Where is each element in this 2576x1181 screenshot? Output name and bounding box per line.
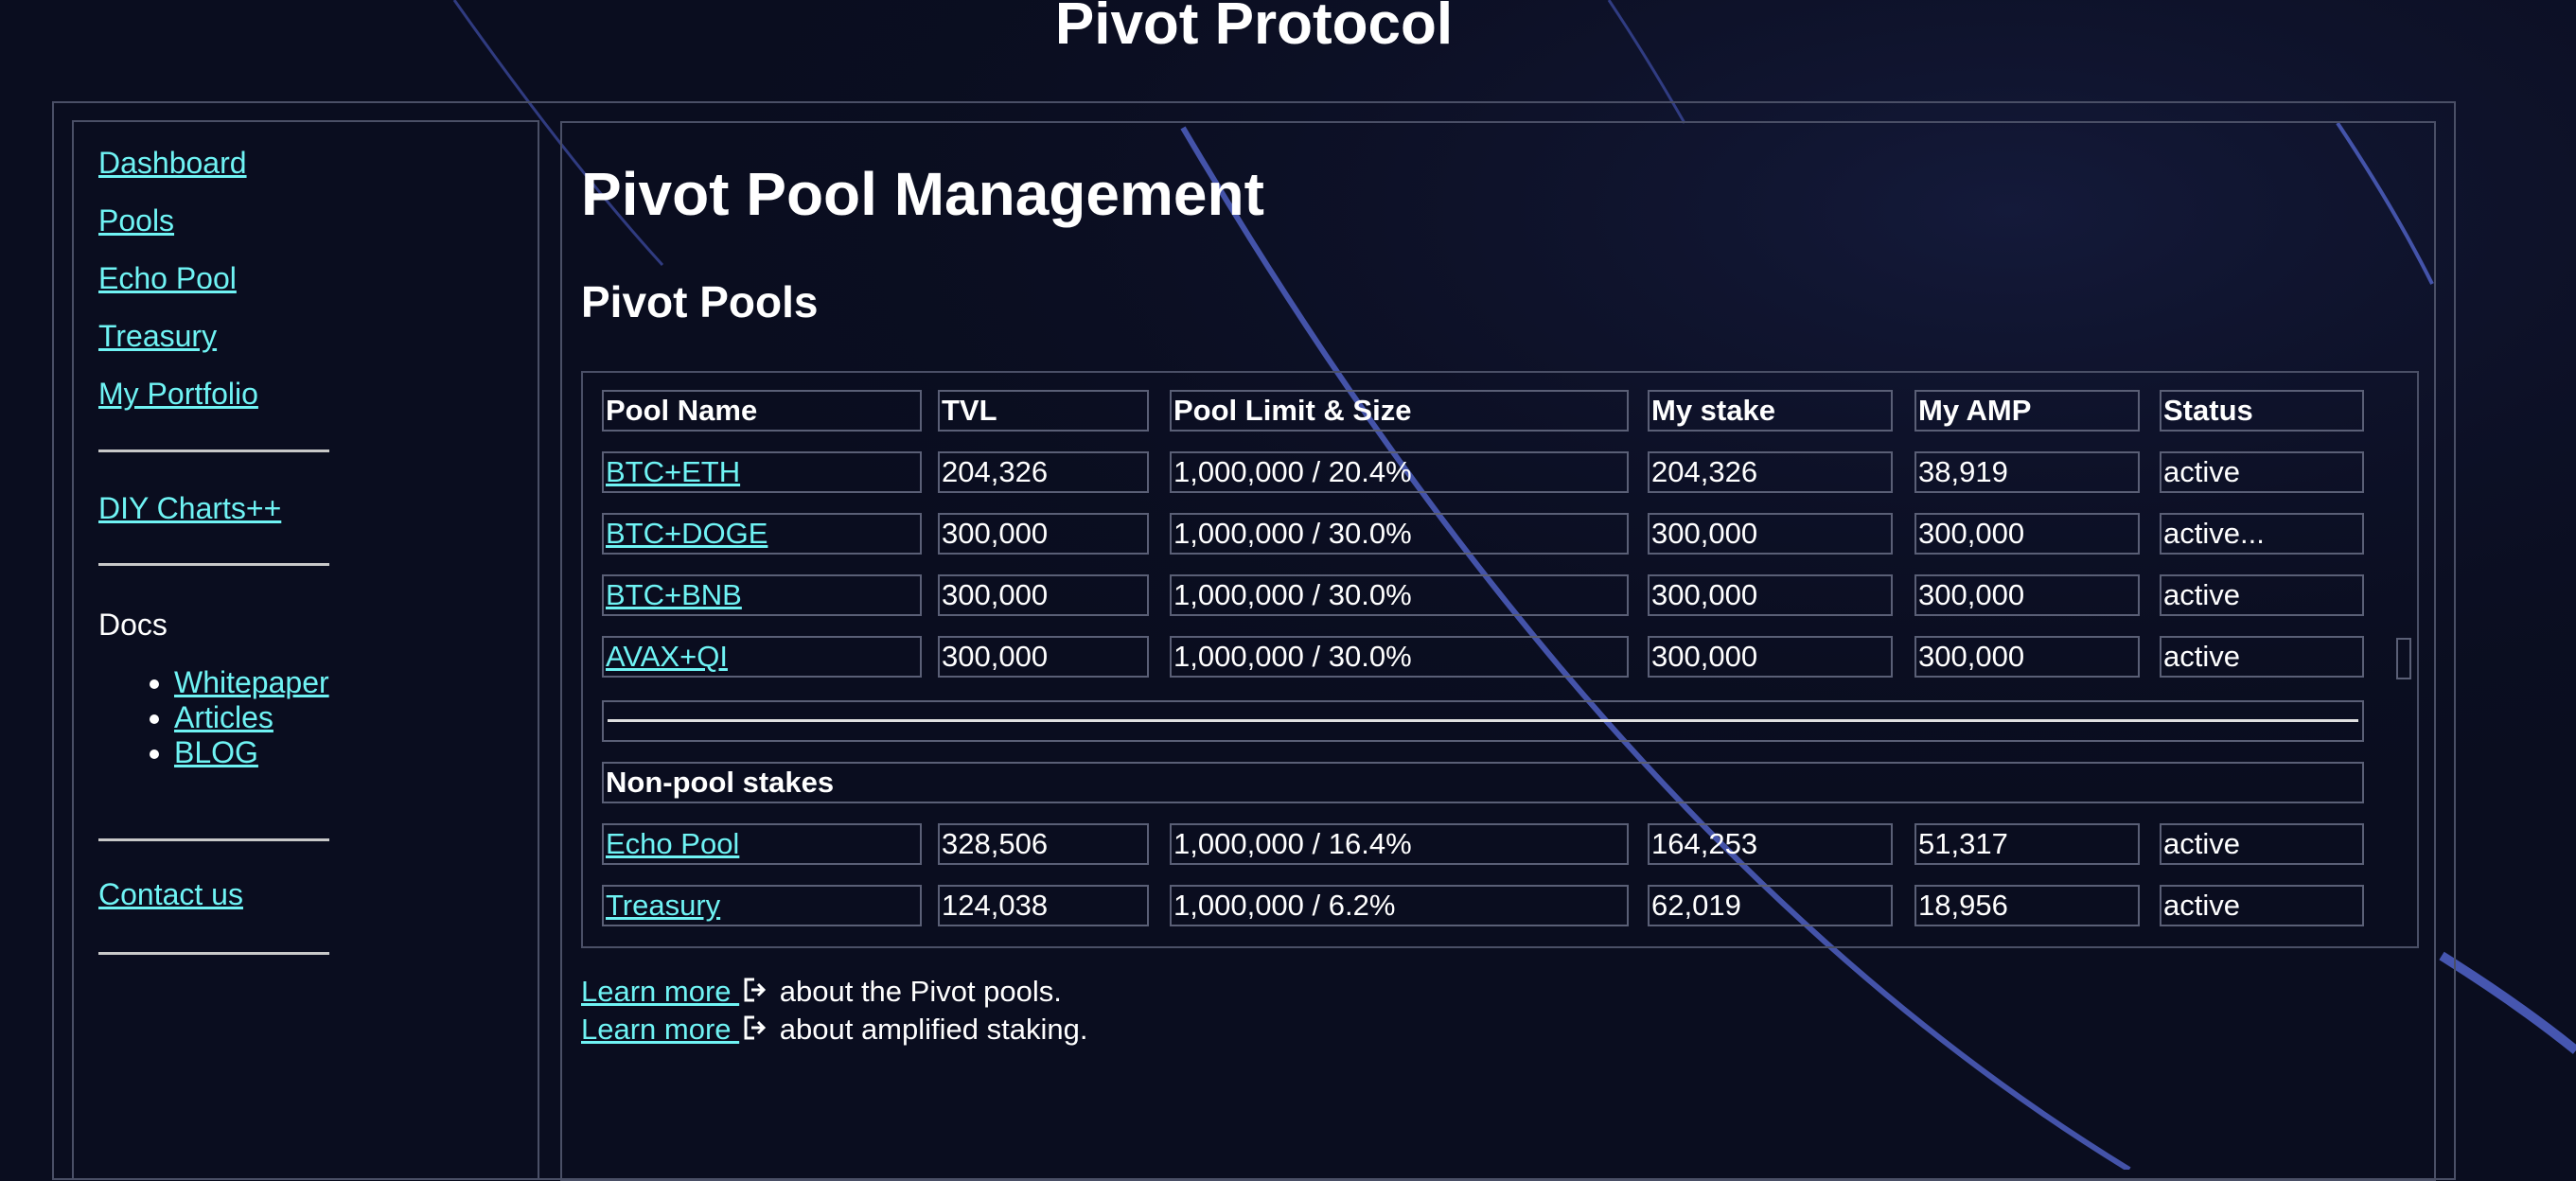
table-cell-tvl: 204,326 xyxy=(938,451,1149,493)
column-header-status: Status xyxy=(2160,390,2364,432)
table-cell-pool-name: Echo Pool xyxy=(602,823,922,865)
table-cell-my-stake: 300,000 xyxy=(1648,574,1893,616)
table-cell-tvl: 124,038 xyxy=(938,885,1149,926)
column-header-my-amp: My AMP xyxy=(1914,390,2140,432)
docs-list-item: BLOG xyxy=(174,735,329,770)
nav-dashboard[interactable]: Dashboard xyxy=(98,146,247,180)
column-header-my-stake: My stake xyxy=(1648,390,1893,432)
pool-link-btc-doge[interactable]: BTC+DOGE xyxy=(606,517,768,550)
table-cell-my-amp: 18,956 xyxy=(1914,885,2140,926)
table-cell-pool-limit: 1,000,000 / 6.2% xyxy=(1170,885,1629,926)
nav-divider xyxy=(98,952,329,955)
table-cell-pool-limit: 1,000,000 / 30.0% xyxy=(1170,574,1629,616)
learn-more-staking: Learn more about amplified staking. xyxy=(581,1011,1087,1050)
docs-list-item: Whitepaper xyxy=(174,665,329,700)
nav-pools[interactable]: Pools xyxy=(98,203,174,238)
nav-divider xyxy=(98,563,329,566)
page-title: Pivot Pool Management xyxy=(581,160,1264,228)
table-cell-my-stake: 164,253 xyxy=(1648,823,1893,865)
nav-divider xyxy=(98,449,329,452)
table-cell-pool-name: BTC+DOGE xyxy=(602,513,922,555)
learn-more-staking-text: about amplified staking. xyxy=(771,1013,1088,1046)
table-cell-status: active xyxy=(2160,823,2364,865)
table-cell-tvl: 328,506 xyxy=(938,823,1149,865)
sidebar: Dashboard Pools Echo Pool Treasury My Po… xyxy=(72,120,539,1180)
table-cell-my-stake: 62,019 xyxy=(1648,885,1893,926)
docs-list: Whitepaper Articles BLOG xyxy=(98,665,329,770)
pool-link-echo-pool[interactable]: Echo Pool xyxy=(606,827,739,860)
table-cell-status: active xyxy=(2160,885,2364,926)
pool-link-btc-bnb[interactable]: BTC+BNB xyxy=(606,578,742,611)
table-cell-pool-name: Treasury xyxy=(602,885,922,926)
external-link-icon[interactable] xyxy=(743,1013,768,1050)
table-cell-my-amp: 300,000 xyxy=(1914,574,2140,616)
empty-cell xyxy=(2396,638,2411,679)
table-cell-tvl: 300,000 xyxy=(938,574,1149,616)
table-cell-pool-limit: 1,000,000 / 16.4% xyxy=(1170,823,1629,865)
pool-link-treasury[interactable]: Treasury xyxy=(606,889,720,922)
docs-link-whitepaper[interactable]: Whitepaper xyxy=(174,665,329,699)
nav-my-portfolio[interactable]: My Portfolio xyxy=(98,377,258,411)
table-cell-pool-name: BTC+BNB xyxy=(602,574,922,616)
main-content: Pivot Pool Management Pivot Pools Pool N… xyxy=(560,121,2436,1181)
nav-treasury[interactable]: Treasury xyxy=(98,319,217,353)
nav-divider xyxy=(98,838,329,841)
separator-line xyxy=(608,719,2358,722)
table-cell-my-amp: 51,317 xyxy=(1914,823,2140,865)
external-link-icon[interactable] xyxy=(743,975,768,1013)
learn-more-pools-text: about the Pivot pools. xyxy=(771,975,1062,1008)
site-title: Pivot Protocol xyxy=(1054,0,1454,57)
column-header-pool-limit: Pool Limit & Size xyxy=(1170,390,1629,432)
table-cell-pool-limit: 1,000,000 / 20.4% xyxy=(1170,451,1629,493)
docs-link-blog[interactable]: BLOG xyxy=(174,735,258,769)
table-cell-pool-name: BTC+ETH xyxy=(602,451,922,493)
pool-link-avax-qi[interactable]: AVAX+QI xyxy=(606,640,728,673)
table-cell-my-stake: 300,000 xyxy=(1648,636,1893,678)
pool-link-btc-eth[interactable]: BTC+ETH xyxy=(606,455,740,488)
learn-more-pools-link[interactable]: Learn more xyxy=(581,975,739,1008)
pools-table: Pool Name TVL Pool Limit & Size My stake… xyxy=(581,371,2419,948)
table-cell-tvl: 300,000 xyxy=(938,636,1149,678)
table-cell-my-stake: 204,326 xyxy=(1648,451,1893,493)
table-cell-status: active xyxy=(2160,636,2364,678)
docs-label: Docs xyxy=(98,608,168,642)
nav-echo-pool[interactable]: Echo Pool xyxy=(98,261,237,295)
nav-contact-us[interactable]: Contact us xyxy=(98,877,243,911)
table-cell-pool-limit: 1,000,000 / 30.0% xyxy=(1170,636,1629,678)
table-cell-my-amp: 38,919 xyxy=(1914,451,2140,493)
column-header-tvl: TVL xyxy=(938,390,1149,432)
table-cell-tvl: 300,000 xyxy=(938,513,1149,555)
nav-diy-charts[interactable]: DIY Charts++ xyxy=(98,491,281,525)
table-separator-row xyxy=(602,700,2364,742)
docs-list-item: Articles xyxy=(174,700,329,735)
table-cell-my-amp: 300,000 xyxy=(1914,636,2140,678)
column-header-pool-name: Pool Name xyxy=(602,390,922,432)
docs-link-articles[interactable]: Articles xyxy=(174,700,273,734)
learn-more-pools: Learn more about the Pivot pools. xyxy=(581,973,1062,1013)
table-cell-status: active xyxy=(2160,451,2364,493)
table-cell-my-stake: 300,000 xyxy=(1648,513,1893,555)
table-cell-pool-limit: 1,000,000 / 30.0% xyxy=(1170,513,1629,555)
table-cell-pool-name: AVAX+QI xyxy=(602,636,922,678)
section-title: Pivot Pools xyxy=(581,277,819,326)
learn-more-staking-link[interactable]: Learn more xyxy=(581,1013,739,1046)
non-pool-label: Non-pool stakes xyxy=(602,762,2364,803)
table-cell-my-amp: 300,000 xyxy=(1914,513,2140,555)
table-cell-status: active... xyxy=(2160,513,2364,555)
table-cell-status: active xyxy=(2160,574,2364,616)
